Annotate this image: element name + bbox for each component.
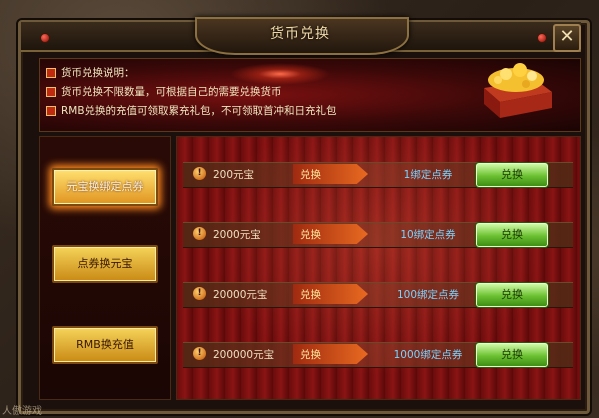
row-arrow-label: 兑换 (300, 289, 321, 301)
row-gain: 1绑定点券 (403, 169, 453, 181)
menu-yuanbao-to-coupon-button[interactable]: 元宝换绑定点券 (52, 168, 158, 206)
exchange-button[interactable]: 兑换 (475, 162, 549, 188)
exchange-row: ! 200元宝 兑换 1绑定点券 兑换 (183, 162, 573, 188)
exchange-row: ! 200000元宝 兑换 1000绑定点券 兑换 (183, 342, 573, 368)
row-arrow-label: 兑换 (300, 349, 321, 361)
checkbox-icon (46, 87, 56, 97)
row-gain: 10绑定点券 (400, 229, 456, 241)
row-cost: 2000元宝 (213, 229, 261, 241)
warning-icon: ! (193, 347, 206, 360)
exchange-button[interactable]: 兑换 (475, 342, 549, 368)
row-gain: 100绑定点券 (396, 289, 460, 301)
info-line-2: 货币兑换不限数量，可根据自己的需要兑换货币 (46, 84, 282, 100)
warning-icon: ! (193, 167, 206, 180)
exchange-row: ! 2000元宝 兑换 10绑定点券 兑换 (183, 222, 573, 248)
row-arrow-label: 兑换 (300, 229, 321, 241)
jewel-ornament-left (40, 33, 50, 43)
exchange-row: ! 20000元宝 兑换 100绑定点券 兑换 (183, 282, 573, 308)
dialog-title: 货币兑换 (270, 26, 330, 42)
warning-icon: ! (193, 287, 206, 300)
checkbox-icon (46, 106, 56, 116)
exchange-button[interactable]: 兑换 (475, 222, 549, 248)
close-icon: ✕ (559, 26, 575, 47)
jewel-ornament-right (537, 33, 547, 43)
row-arrow-label: 兑换 (300, 169, 321, 181)
row-cost: 200元宝 (213, 169, 255, 181)
checkbox-icon (46, 68, 56, 78)
menu-rmb-recharge-button[interactable]: RMB换充值 (52, 326, 158, 364)
row-gain: 1000绑定点券 (393, 349, 463, 361)
row-cost: 200000元宝 (213, 349, 275, 361)
info-line-3: RMB兑换的充值可领取累充礼包，不可领取首冲和日充礼包 (46, 103, 337, 119)
glow-decoration (230, 63, 330, 85)
warning-icon: ! (193, 227, 206, 240)
info-line-1: 货币兑换说明： (46, 65, 135, 81)
watermark: 人傲游戏 (2, 406, 42, 417)
menu-coupon-to-yuanbao-button[interactable]: 点券换元宝 (52, 245, 158, 283)
close-button[interactable]: ✕ (553, 24, 581, 52)
treasure-chest-icon (484, 63, 552, 118)
exchange-button[interactable]: 兑换 (475, 282, 549, 308)
row-cost: 20000元宝 (213, 289, 268, 301)
